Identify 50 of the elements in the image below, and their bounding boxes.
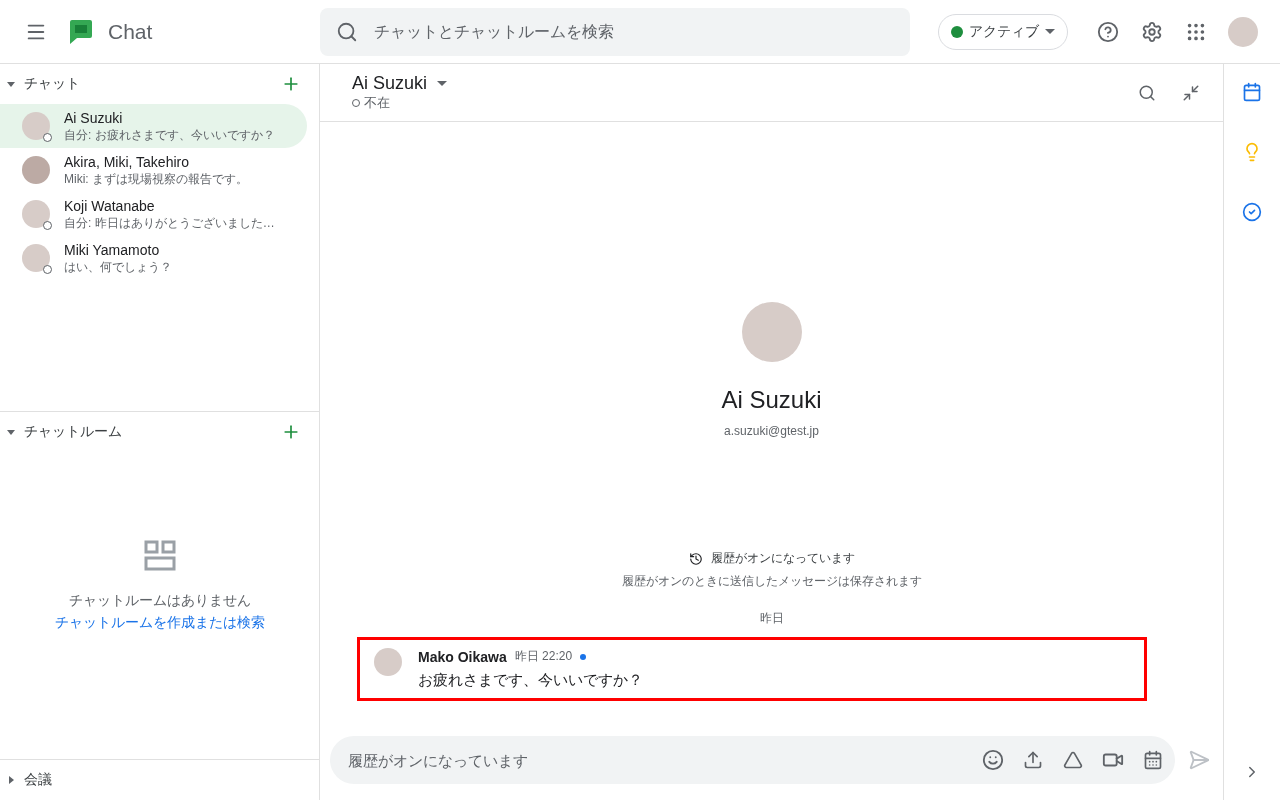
status-dropdown[interactable]: アクティブ xyxy=(938,13,1068,50)
check-circle-icon[interactable] xyxy=(1240,200,1264,224)
contact-name: Akira, Miki, Takehiro xyxy=(64,153,190,171)
message-time: 昨日 22:20 xyxy=(514,648,573,665)
avatar xyxy=(22,200,50,228)
search-icon xyxy=(336,20,358,43)
profile-name: Ai Suzuki xyxy=(721,386,822,414)
message-text: お疲れさまです、今いいですか？ xyxy=(418,671,643,690)
composer-bar[interactable]: 履歴がオンになっています xyxy=(330,736,1175,784)
collapse-caret-icon[interactable] xyxy=(6,79,16,89)
message-preview: 自分: 昨日はありがとうございました… xyxy=(64,215,275,231)
empty-state-text: チャットルームはありません xyxy=(68,591,251,610)
dropdown-caret-icon xyxy=(1045,29,1055,34)
search-bar[interactable]: チャットとチャットルームを検索 xyxy=(320,7,910,56)
chat-list-item[interactable]: Akira, Miki, Takehiro Miki: まずは現場視察の報告です。 xyxy=(0,148,307,192)
sender-avatar xyxy=(374,648,402,676)
contact-name: Koji Watanabe xyxy=(64,197,156,215)
message-preview: 自分: お疲れさまです、今いいですか？ xyxy=(64,127,275,143)
sender-name: Mako Oikawa xyxy=(418,648,507,665)
history-note: 履歴がオンのときに送信したメッセージは保存されます xyxy=(621,573,922,590)
collapse-caret-icon[interactable] xyxy=(6,427,16,437)
avatar xyxy=(22,244,50,272)
message-input[interactable]: 履歴がオンになっています xyxy=(346,750,965,770)
emoji-icon[interactable] xyxy=(981,748,1005,772)
app-title: Chat xyxy=(108,19,153,44)
contact-name: Ai Suzuki xyxy=(64,109,124,127)
chat-list-item[interactable]: Miki Yamamoto はい、何でしょう？ xyxy=(0,236,307,280)
history-icon xyxy=(688,551,703,566)
settings-icon[interactable] xyxy=(1140,19,1164,44)
contact-name: Miki Yamamoto xyxy=(64,241,161,259)
rooms-icon xyxy=(143,539,176,572)
section-title[interactable]: チャットルーム xyxy=(24,423,122,441)
presence-text: 不在 xyxy=(364,94,390,112)
create-room-link[interactable]: チャットルームを作成または検索 xyxy=(54,613,265,632)
section-title[interactable]: チャット xyxy=(24,75,80,93)
message-preview: はい、何でしょう？ xyxy=(64,259,172,275)
avatar xyxy=(22,112,50,140)
search-field[interactable]: チャットとチャットルームを検索 xyxy=(372,21,894,42)
expand-caret-icon[interactable] xyxy=(6,775,16,785)
group-avatar xyxy=(22,156,50,184)
section-title[interactable]: 会議 xyxy=(24,771,52,789)
help-icon[interactable] xyxy=(1096,19,1120,44)
chat-list-item[interactable]: Koji Watanabe 自分: 昨日はありがとうございました… xyxy=(0,192,307,236)
conversation-title[interactable]: Ai Suzuki xyxy=(352,73,448,94)
dropdown-caret-icon xyxy=(437,81,448,86)
profile-email: a.suzuki@gtest.jp xyxy=(724,424,819,438)
message-preview: Miki: まずは現場視察の報告です。 xyxy=(64,171,248,187)
chat-list-item[interactable]: Ai Suzuki 自分: お疲れさまです、今いいですか？ xyxy=(0,104,307,148)
history-status: 履歴がオンになっています xyxy=(710,550,855,567)
date-divider: 昨日 xyxy=(759,610,784,627)
